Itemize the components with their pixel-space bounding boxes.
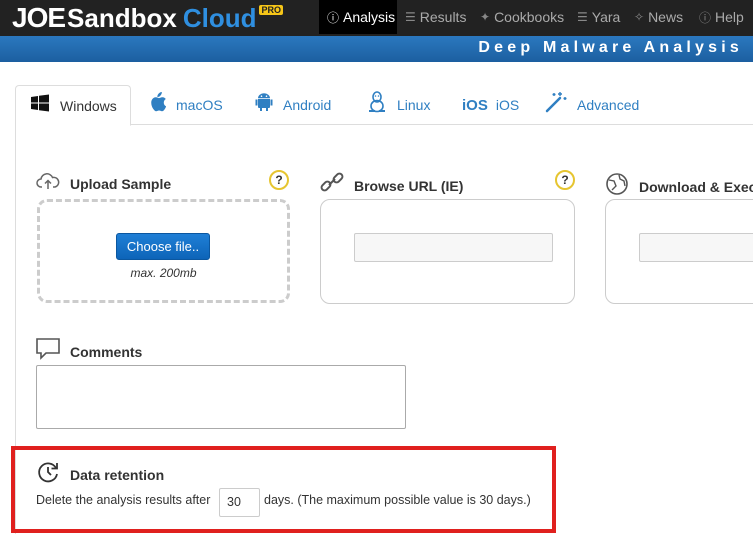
retention-text-after: days. (The maximum possible value is 30 … — [264, 493, 531, 507]
nav-analysis[interactable]: ⓘ Analysis — [319, 0, 397, 34]
magic-wand-icon — [545, 91, 567, 119]
tab-linux[interactable]: Linux — [367, 85, 430, 125]
nav-cookbooks[interactable]: ✦ Cookbooks — [480, 0, 564, 34]
nav-analysis-label: Analysis — [343, 9, 396, 25]
wand-icon: ✦ — [480, 10, 491, 24]
help-circle-icon: ⓘ — [699, 10, 712, 25]
nav-help-label: Help — [715, 9, 744, 25]
apple-icon — [148, 92, 167, 118]
news-icon: ✧ — [634, 10, 645, 24]
ios-icon: iOS — [462, 96, 488, 114]
tab-windows-label: Windows — [60, 97, 117, 114]
tab-linux-label: Linux — [397, 97, 431, 113]
joe-sandbox-logo[interactable]: JOE Sandbox Cloud PRO — [12, 2, 283, 34]
tab-android[interactable]: Android — [255, 85, 331, 125]
link-icon — [320, 172, 344, 199]
tab-advanced-label: Advanced — [577, 97, 640, 113]
browse-url-help-icon[interactable]: ? — [555, 170, 575, 190]
comment-icon — [36, 338, 60, 365]
nav-cookbooks-label: Cookbooks — [494, 9, 565, 25]
tab-ios-label: iOS — [495, 97, 520, 113]
tab-android-label: Android — [283, 97, 332, 113]
android-icon — [255, 92, 273, 118]
browse-url-label: Browse URL (IE) — [354, 177, 464, 194]
data-retention-label: Data retention — [70, 466, 165, 483]
nav-yara[interactable]: ☰ Yara — [577, 0, 620, 34]
download-exec-label: Download & Exec — [639, 178, 753, 195]
list-icon: ☰ — [577, 10, 588, 24]
browse-url-title: Browse URL (IE) — [320, 172, 463, 199]
nav-yara-label: Yara — [591, 9, 621, 25]
comments-title: Comments — [36, 338, 142, 365]
clock-refresh-icon — [36, 460, 60, 489]
download-exec-title: Download & Exec — [605, 172, 753, 201]
banner: Deep Malware Analysis — [0, 36, 753, 62]
os-tabs: Windows macOS Android Linux iOS iOS Adva… — [15, 85, 753, 126]
banner-text: Deep Malware Analysis — [478, 39, 743, 56]
comments-textarea[interactable] — [36, 365, 406, 429]
browse-url-input[interactable] — [354, 233, 553, 262]
tab-advanced[interactable]: Advanced — [545, 85, 639, 125]
tab-ios[interactable]: iOS iOS — [462, 85, 519, 125]
logo-pro-badge: PRO — [259, 5, 283, 15]
linux-icon — [367, 91, 387, 119]
globe-download-icon — [605, 172, 629, 201]
comments-label: Comments — [70, 343, 143, 360]
list-icon: ☰ — [405, 10, 416, 24]
retention-text-before: Delete the analysis results after — [36, 493, 211, 507]
upload-sample-label: Upload Sample — [70, 175, 172, 192]
tab-macos-label: macOS — [176, 97, 223, 113]
cloud-upload-icon — [36, 172, 60, 195]
choose-file-button[interactable]: Choose file.. — [116, 233, 210, 260]
nav-news-label: News — [648, 9, 684, 25]
windows-icon — [30, 94, 50, 118]
nav-news[interactable]: ✧ News — [634, 0, 683, 34]
retention-days-input[interactable]: 30 — [219, 488, 260, 517]
logo-sandbox: Sandbox — [67, 2, 177, 33]
tab-windows[interactable]: Windows — [15, 85, 131, 126]
logo-joe: JOE — [12, 2, 66, 33]
logo-cloud: Cloud — [182, 2, 257, 33]
upload-max-size-hint: max. 200mb — [130, 266, 197, 280]
nav-help[interactable]: ⓘ Help — [699, 0, 744, 34]
data-retention-title: Data retention — [36, 460, 164, 489]
upload-sample-title: Upload Sample — [36, 172, 171, 195]
tab-macos[interactable]: macOS — [148, 85, 223, 125]
nav-results[interactable]: ☰ Results — [405, 0, 466, 34]
download-exec-input[interactable] — [639, 233, 753, 262]
nav-results-label: Results — [419, 9, 467, 25]
upload-help-icon[interactable]: ? — [269, 170, 289, 190]
info-circle-icon: ⓘ — [327, 10, 340, 25]
top-navbar: JOE Sandbox Cloud PRO ⓘ Analysis ☰ Resul… — [0, 0, 753, 36]
